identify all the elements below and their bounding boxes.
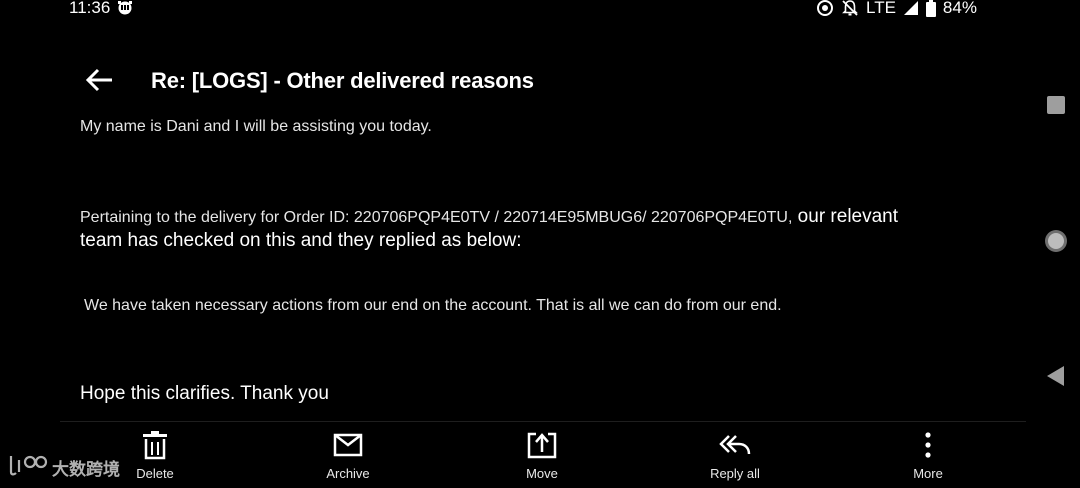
status-time: 11:36 [69, 0, 111, 17]
message-actions-line: We have taken necessary actions from our… [84, 297, 782, 314]
toolbar-divider [60, 421, 1026, 422]
reply-all-label: Reply all [710, 466, 760, 481]
message-greeting: My name is Dani and I will be assisting … [80, 118, 432, 135]
battery-percent: 84% [942, 0, 977, 17]
message-pertaining-prefix: Pertaining to the delivery for Order ID:… [80, 209, 793, 226]
message-pertaining-line: Pertaining to the delivery for Order ID:… [80, 206, 898, 228]
app-notification-icon [116, 0, 134, 16]
triangle-back-icon [1047, 366, 1064, 386]
network-type: LTE [866, 0, 896, 17]
reply-all-button[interactable]: Reply all [675, 430, 795, 488]
move-icon [526, 430, 558, 460]
trash-icon [139, 430, 171, 460]
data-saver-icon [816, 0, 834, 17]
message-closing: Hope this clarifies. Thank you [80, 383, 329, 404]
screen: 11:36 LTE 84% Re: [LOGS] - Other deliver… [0, 0, 1080, 488]
nav-recents-button[interactable] [1040, 89, 1072, 121]
square-icon [1047, 96, 1065, 114]
circle-icon [1045, 230, 1067, 252]
reply-all-icon [719, 430, 751, 460]
watermark-logo-icon [8, 452, 48, 483]
nav-home-button[interactable] [1040, 225, 1072, 257]
move-button[interactable]: Move [482, 430, 602, 488]
archive-label: Archive [326, 466, 370, 481]
battery-icon [925, 0, 936, 17]
notifications-off-icon [841, 0, 859, 17]
watermark: 大数跨境 [8, 452, 120, 482]
back-button[interactable] [84, 64, 116, 96]
arrow-left-icon [85, 68, 112, 92]
move-label: Move [526, 466, 558, 481]
more-label: More [913, 466, 943, 481]
signal-icon [903, 0, 919, 16]
message-pertaining-suffix: our relevant [792, 206, 899, 227]
nav-back-button[interactable] [1040, 360, 1072, 392]
email-subject: Re: [LOGS] - Other delivered reasons [151, 68, 534, 93]
archive-icon [332, 430, 364, 460]
message-team-line: team has checked on this and they replie… [80, 230, 522, 251]
watermark-text: 大数跨境 [52, 459, 120, 479]
more-vertical-icon [912, 430, 944, 460]
status-bar: 11:36 LTE 84% [0, 0, 1000, 20]
more-button[interactable]: More [868, 430, 988, 488]
status-right: LTE 84% [816, 0, 977, 18]
archive-button[interactable]: Archive [288, 430, 408, 488]
